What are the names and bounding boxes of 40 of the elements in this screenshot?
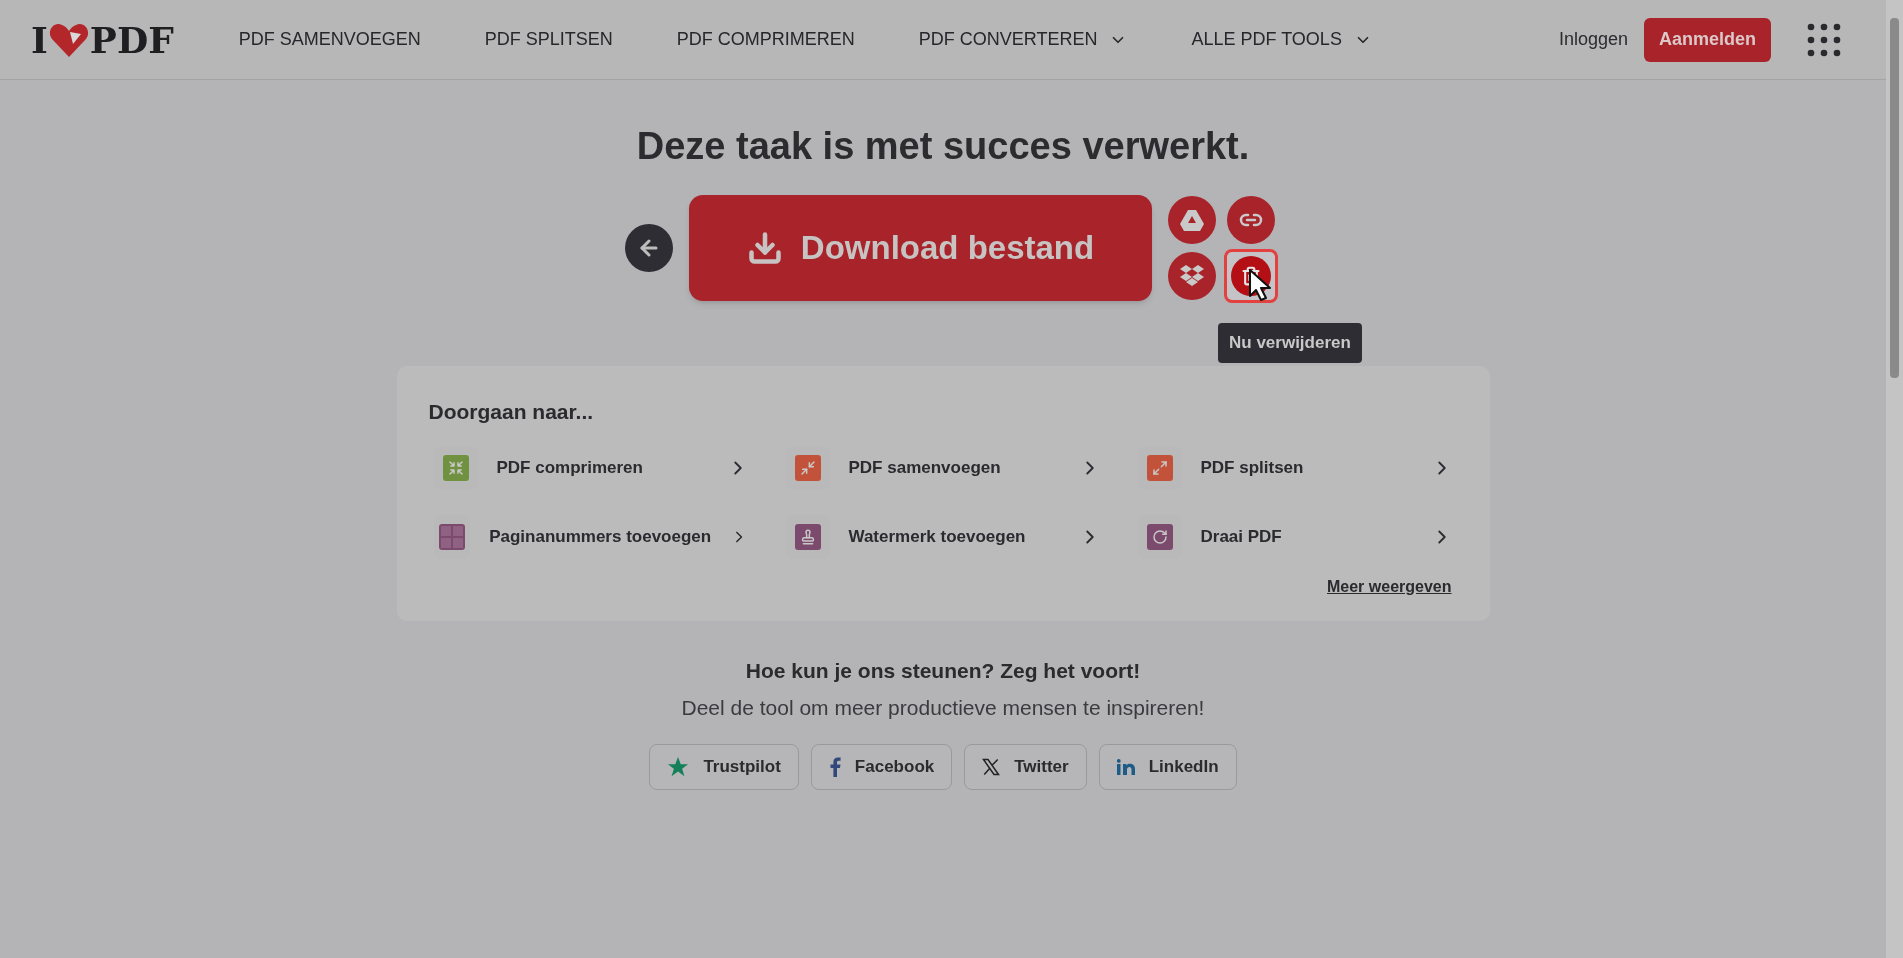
scrollbar[interactable] bbox=[1886, 0, 1903, 958]
apps-grid-icon[interactable] bbox=[1807, 22, 1841, 57]
linkedin-icon bbox=[1116, 758, 1135, 775]
nav-link[interactable]: PDF SAMENVOEGEN bbox=[238, 26, 421, 53]
section-heading: Doorgaan naar... bbox=[428, 399, 595, 425]
star-icon bbox=[667, 755, 690, 778]
boxes-icon bbox=[1180, 265, 1204, 287]
share-button[interactable]: Trustpilot bbox=[649, 743, 799, 790]
download-icon bbox=[746, 230, 783, 266]
heart-icon bbox=[48, 21, 89, 58]
more-link[interactable]: Meer weergeven bbox=[1327, 574, 1452, 599]
nav-link[interactable]: PDF SPLITSEN bbox=[484, 26, 613, 53]
drive-button[interactable] bbox=[1168, 196, 1216, 244]
tool-link[interactable]: Draai PDF bbox=[1137, 514, 1453, 559]
tool-link[interactable]: PDF comprimeren bbox=[433, 445, 749, 490]
login-link[interactable]: Inloggen bbox=[1558, 26, 1628, 53]
back-button[interactable] bbox=[625, 224, 673, 272]
share-button[interactable]: LinkedIn bbox=[1098, 743, 1237, 790]
x-logo-icon bbox=[982, 757, 1001, 776]
nav-link[interactable]: PDF COMPRIMEREN bbox=[676, 26, 855, 53]
download-button[interactable]: Download bestand bbox=[689, 195, 1152, 301]
dropbox-button[interactable] bbox=[1168, 252, 1216, 300]
logo[interactable]: I PDF bbox=[31, 21, 174, 58]
link-button[interactable] bbox=[1227, 196, 1275, 244]
signup-button[interactable]: Aanmelden bbox=[1643, 17, 1771, 62]
share-subtitle: Deel de tool om meer productieve mensen te inspireren! bbox=[681, 695, 1205, 721]
cursor-icon bbox=[1248, 268, 1272, 302]
tool-link[interactable]: PDF samenvoegen bbox=[785, 445, 1101, 490]
page-title: Deze taak is met succes verwerkt. bbox=[636, 124, 1250, 169]
share-button[interactable]: Twitter bbox=[964, 743, 1087, 790]
share-heading: Hoe kun je ons steunen? Zeg het voort! bbox=[745, 657, 1141, 684]
tool-link[interactable]: Watermerk toevoegen bbox=[785, 514, 1101, 559]
tooltip: Nu verwijderen bbox=[1218, 323, 1362, 363]
nav-link[interactable]: PDF CONVERTEREN bbox=[918, 26, 1128, 53]
share-button[interactable]: Facebook bbox=[810, 743, 953, 790]
tool-link[interactable]: PDF splitsen bbox=[1137, 445, 1453, 490]
nav-link[interactable]: ALLE PDF TOOLS bbox=[1191, 26, 1372, 53]
triangle-drive-icon bbox=[1180, 209, 1204, 231]
facebook-icon bbox=[828, 756, 841, 777]
tool-link[interactable]: Paginanummers toevoegen bbox=[433, 514, 749, 559]
